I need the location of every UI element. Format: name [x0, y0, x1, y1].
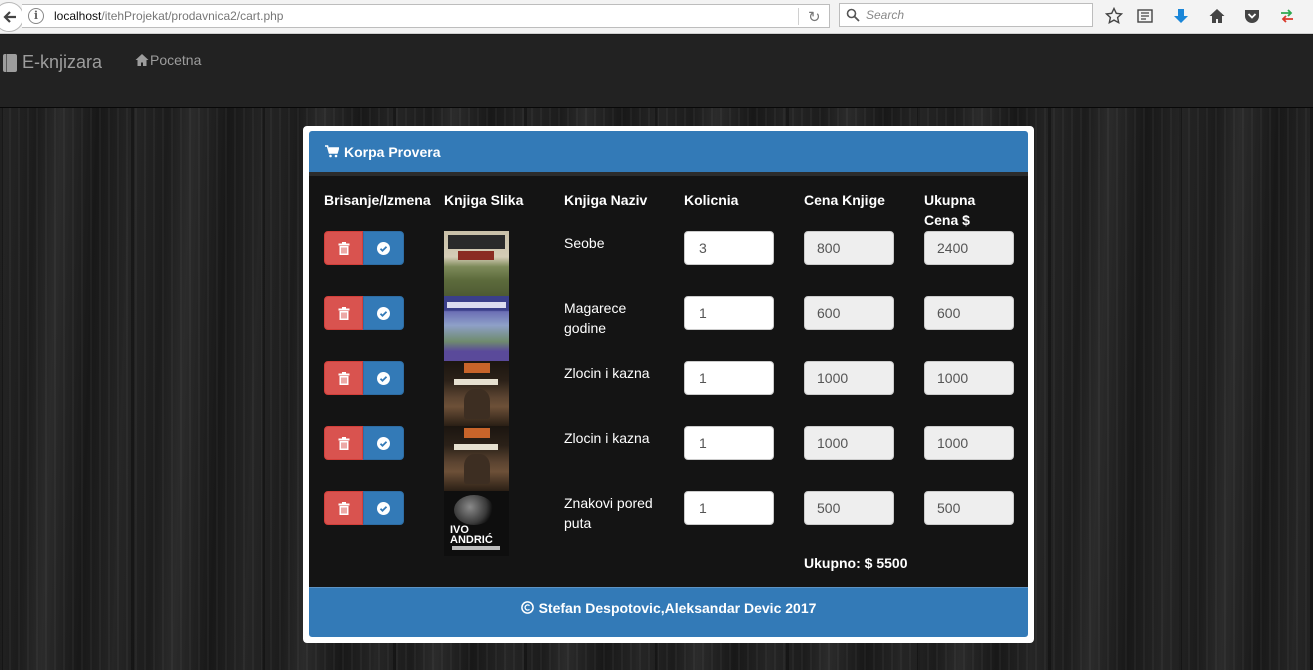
star-icon[interactable]: [1103, 5, 1125, 27]
address-bar[interactable]: i localhost/itehProjekat/prodavnica2/car…: [22, 4, 830, 28]
book-icon: [3, 53, 17, 72]
row-actions: [324, 361, 404, 395]
url-text: localhost/itehProjekat/prodavnica2/cart.…: [54, 9, 283, 23]
check-circle-icon: [377, 241, 390, 255]
row-actions: [324, 296, 404, 330]
download-icon[interactable]: [1170, 5, 1192, 27]
nav-home-link[interactable]: Pocetna: [135, 52, 201, 68]
back-button[interactable]: [0, 2, 24, 32]
delete-button[interactable]: [324, 296, 363, 330]
url-host: localhost: [54, 9, 102, 23]
pocket-icon[interactable]: [1241, 5, 1263, 27]
url-separator: [798, 8, 799, 25]
delete-button[interactable]: [324, 491, 363, 525]
reading-list-icon[interactable]: [1134, 5, 1156, 27]
trash-icon: [338, 501, 349, 515]
update-button[interactable]: [363, 361, 404, 395]
sync-icon[interactable]: [1276, 5, 1298, 27]
update-button[interactable]: [363, 296, 404, 330]
quantity-input[interactable]: [684, 231, 774, 265]
table-row: Zlocin i kazna: [309, 426, 1028, 491]
price-field: [804, 361, 894, 395]
book-name: Znakovi pored puta: [564, 495, 653, 531]
trash-icon: [338, 436, 349, 450]
delete-button[interactable]: [324, 426, 363, 460]
search-icon: [846, 8, 860, 22]
cart-icon: [325, 145, 339, 158]
book-name: Zlocin i kazna: [564, 430, 650, 446]
line-total-field: [924, 361, 1014, 395]
price-field: [804, 491, 894, 525]
table-row: Seobe: [309, 231, 1028, 296]
book-cover-image: [444, 296, 509, 361]
delete-button[interactable]: [324, 361, 363, 395]
book-cover-image: [444, 231, 509, 296]
col-header-price: Cena Knjige: [804, 192, 885, 208]
book-name: Seobe: [564, 235, 605, 251]
price-field: [804, 296, 894, 330]
col-header-image: Knjiga Slika: [444, 192, 524, 208]
row-actions: [324, 491, 404, 525]
quantity-input[interactable]: [684, 296, 774, 330]
price-field: [804, 231, 894, 265]
check-circle-icon: [377, 436, 390, 450]
check-circle-icon: [377, 306, 390, 320]
trash-icon: [338, 241, 349, 255]
col-header-total: Ukupna Cena $: [924, 192, 976, 228]
cart-title: Korpa Provera: [344, 143, 441, 160]
brand-link[interactable]: E-knjizara: [3, 52, 102, 73]
trash-icon: [338, 371, 349, 385]
search-input[interactable]: Search: [839, 3, 1093, 27]
check-circle-icon: [377, 371, 390, 385]
brand-text: E-knjizara: [22, 52, 103, 72]
nav-home-label: Pocetna: [150, 52, 202, 68]
row-actions: [324, 231, 404, 265]
search-placeholder: Search: [866, 8, 905, 22]
url-path: /itehProjekat/prodavnica2/cart.php: [101, 9, 284, 23]
line-total-field: [924, 491, 1014, 525]
price-field: [804, 426, 894, 460]
book-cover-image: IVO ANDRIĆ: [444, 491, 509, 556]
home-icon: [135, 54, 149, 66]
update-button[interactable]: [363, 426, 404, 460]
line-total-field: [924, 426, 1014, 460]
grand-total: Ukupno: $ 5500: [804, 555, 908, 571]
check-circle-icon: [377, 501, 390, 515]
table-row: Zlocin i kazna: [309, 361, 1028, 426]
line-total-field: [924, 296, 1014, 330]
site-navbar: E-knjizara Pocetna: [0, 35, 1313, 108]
reload-icon[interactable]: ↻: [808, 8, 821, 26]
delete-button[interactable]: [324, 231, 363, 265]
col-header-name: Knjiga Naziv: [564, 192, 648, 208]
copyright-icon: [520, 601, 534, 614]
book-name: Magarece godine: [564, 300, 627, 336]
book-cover-image: [444, 426, 509, 491]
row-actions: [324, 426, 404, 460]
quantity-input[interactable]: [684, 426, 774, 460]
update-button[interactable]: [363, 231, 404, 265]
home-icon[interactable]: [1206, 5, 1228, 27]
browser-toolbar: i localhost/itehProjekat/prodavnica2/car…: [0, 0, 1313, 34]
col-header-quantity: Kolicnia: [684, 192, 739, 208]
table-row: IVO ANDRIĆ Znakovi pored puta: [309, 491, 1028, 556]
trash-icon: [338, 306, 349, 320]
quantity-input[interactable]: [684, 491, 774, 525]
cart-table: Brisanje/Izmena Knjiga Slika Knjiga Nazi…: [309, 172, 1028, 587]
back-arrow-icon: [3, 11, 16, 23]
cart-panel-header: Korpa Provera: [309, 131, 1028, 172]
update-button[interactable]: [363, 491, 404, 525]
line-total-field: [924, 231, 1014, 265]
cart-panel-footer: Stefan Despotovic,Aleksandar Devic 2017: [309, 587, 1028, 637]
info-icon[interactable]: i: [28, 8, 44, 24]
quantity-input[interactable]: [684, 361, 774, 395]
table-row: Magarece godine: [309, 296, 1028, 361]
col-header-actions: Brisanje/Izmena: [324, 192, 431, 208]
book-cover-image: [444, 361, 509, 426]
cart-panel: Korpa Provera Brisanje/Izmena Knjiga Sli…: [303, 126, 1034, 643]
book-name: Zlocin i kazna: [564, 365, 650, 381]
footer-text: Stefan Despotovic,Aleksandar Devic 2017: [538, 599, 817, 616]
